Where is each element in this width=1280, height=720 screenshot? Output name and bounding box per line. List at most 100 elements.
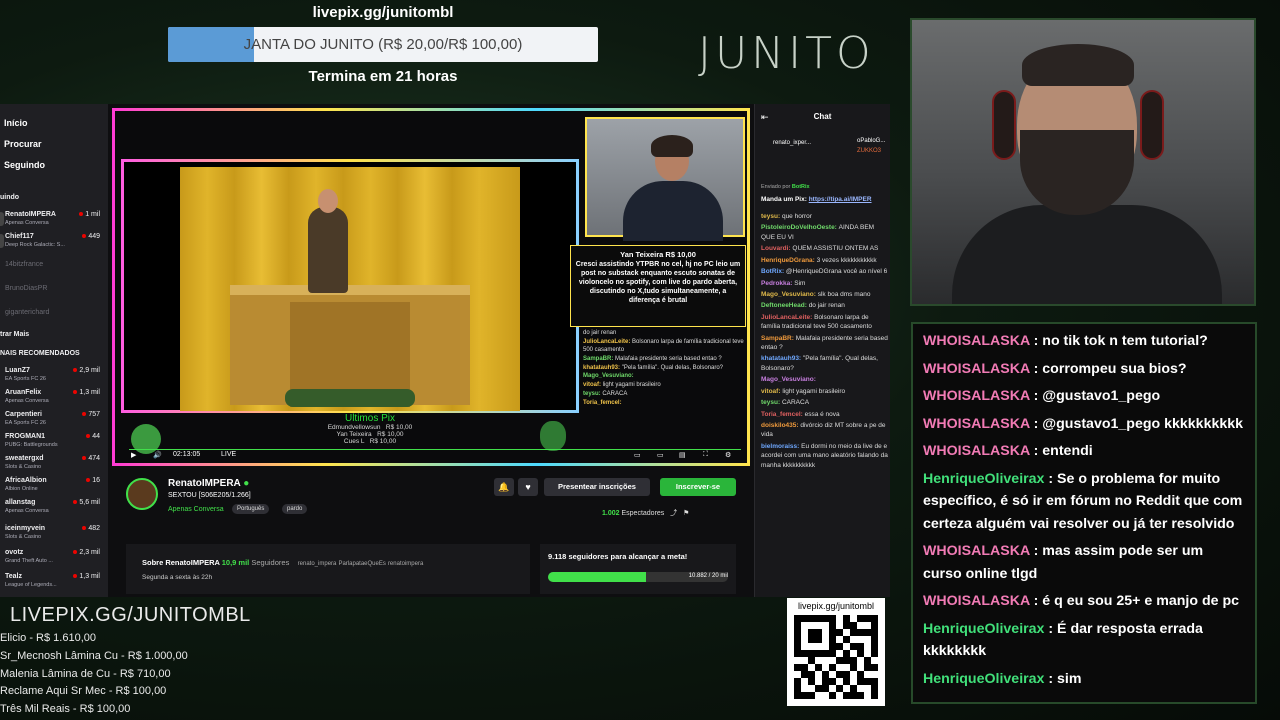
overlay-chat-message: HenriqueOliveirax : sim (923, 668, 1245, 691)
share-icon[interactable]: ⤴ (670, 510, 677, 517)
chat-username[interactable]: HenriqueDGrana: (761, 257, 817, 264)
sidebar-channel[interactable]: allanstag Apenas Conversa 5,6 mil (0, 498, 106, 520)
chat-text: : no tik tok n tem tutorial? (1029, 333, 1208, 349)
top-gifter[interactable]: ZUKKO3 (857, 148, 881, 154)
theatre-icon[interactable]: ▭ (657, 451, 664, 459)
video-player[interactable]: Yan Teixeira R$ 10,00 Cresci assistindo … (112, 108, 750, 466)
chat-username[interactable]: doiskilo435: (761, 422, 800, 429)
chat-username[interactable]: teysu: (761, 399, 782, 406)
follower-goal-text: 9.118 seguidores para alcançar a meta! (548, 552, 688, 561)
clip-icon[interactable]: ▭ (634, 451, 641, 459)
flower-arrangement (285, 389, 415, 407)
chat-title: Chat (813, 112, 832, 121)
channel-viewers: 482 (82, 525, 100, 532)
tag-pardo[interactable]: pardo (282, 504, 308, 514)
nav-following[interactable]: Seguindo (4, 160, 45, 170)
chat-message: Pedrokka: Sim (761, 279, 889, 288)
channel-game: Slots & Casino (5, 534, 42, 540)
pinned-link[interactable]: https://tipa.ai/IMPER (809, 196, 872, 203)
goal-progress-bar: JANTA DO JUNITO (R$ 20,00/R$ 100,00) (168, 27, 598, 62)
sidebar-channel[interactable]: iceinmyvein Slots & Casino 482 (0, 524, 106, 546)
donor-row: Reclame Aqui Sr Mec - R$ 100,00 (0, 685, 167, 698)
chat-text: essa é nova (804, 410, 840, 418)
donation-name: Yan Teixeira R$ 10,00 (620, 250, 696, 259)
qr-label: livepix.gg/junitombl (797, 601, 875, 611)
sidebar-channel[interactable]: LuanZ7 EA Sports FC 26 2,9 mil (0, 366, 106, 388)
channel-viewers: 1 mil (79, 211, 100, 218)
volume-icon[interactable]: 🔊 (153, 451, 162, 459)
sidebar-channel[interactable]: FROGMAN1 PUBG: Battlegrounds 44 (0, 432, 106, 454)
heart-icon[interactable]: ♥ (518, 478, 538, 496)
chat-username[interactable]: Mago_Vesuviano: (761, 376, 816, 383)
chat-username[interactable]: JulioLancaLeite: (761, 314, 814, 321)
sidebar-channel[interactable]: 14bitzfrance (0, 260, 106, 282)
channel-name: Chief117 (5, 233, 34, 240)
followed-heading: uindo (0, 194, 20, 201)
sidebar-channel[interactable]: Carpentieri EA Sports FC 26 757 (0, 410, 106, 432)
sidebar-channel[interactable]: RenatoIMPERA Apenas Conversa 1 mil (0, 210, 106, 232)
live-dot-icon (73, 550, 78, 554)
chat-username[interactable]: vitoaf: (761, 388, 782, 395)
chat-username[interactable]: Pedrokka: (761, 280, 794, 287)
channel-name[interactable]: RenatoIMPERA ● (168, 478, 249, 489)
chat-text: : corrompeu sua bios? (1029, 360, 1187, 377)
chat-username[interactable]: bielmoraiss: (761, 443, 801, 450)
sidebar-channel[interactable]: AruanFelix Apenas Conversa 1,3 mil (0, 388, 106, 410)
show-more-link[interactable]: trar Mais (0, 331, 29, 338)
chat-username[interactable]: PistoleiroDoVelhoOeste: (761, 224, 839, 231)
chat-username[interactable]: BotRix: (761, 268, 786, 275)
tag-language[interactable]: Português (232, 504, 270, 514)
player-progress-bar[interactable] (129, 449, 741, 450)
fullscreen-icon[interactable]: ⛶ (703, 451, 708, 459)
chat-message: teysu: que horror (761, 212, 889, 221)
chat-username: SampaBR: (583, 356, 616, 363)
channel-game: EA Sports FC 26 (5, 420, 46, 426)
overlay-chat-message: WHOISALASKA : no tik tok n tem tutorial? (923, 330, 1245, 353)
chat-text: 3 vezes kkkkkkkkkkk (816, 256, 877, 264)
chat-message: khatatauh93: "Pela família". Qual delas,… (761, 354, 889, 373)
sidebar-channel[interactable]: ovotz Grand Theft Auto ... 2,3 mil (0, 548, 106, 570)
stream-category[interactable]: Apenas Conversa (168, 506, 224, 513)
channel-game: PUBG: Battlegrounds (5, 442, 58, 448)
overlay-chat-message: WHOISALASKA : corrompeu sua bios? (923, 358, 1245, 381)
live-dot-icon (86, 478, 91, 482)
top-gifter[interactable]: renato_ixper... (773, 140, 811, 146)
chat-username[interactable]: SampaBR: (761, 335, 796, 342)
overlay-chat-message: khatatauh93: "Pela família". Qual delas,… (583, 364, 747, 373)
live-dot-icon (82, 456, 87, 460)
chat-text: "Pela família". Qual delas, Bolsonaro? (621, 364, 724, 371)
sidebar-channel[interactable]: giganterichard (0, 308, 106, 330)
social-link[interactable]: ParlapataeQueEs (338, 561, 385, 567)
chat-username[interactable]: Louvardi: (761, 245, 792, 252)
bell-icon[interactable]: 🔔 (494, 478, 514, 496)
sidebar-channel[interactable]: BrunoDiasPR (0, 284, 106, 306)
chat-text: Malafaia presidente seria based entao ? (615, 356, 722, 363)
top-gifter[interactable]: oPabloG... (857, 138, 885, 144)
chat-username[interactable]: teysu: (761, 213, 782, 220)
chat-username[interactable]: DeftoneeHead: (761, 302, 809, 309)
follower-goal-value: 10.882 / 20 mil (688, 573, 728, 579)
report-icon[interactable]: ⚑ (683, 510, 689, 517)
sidebar-channel[interactable]: AfricaAlbion Albion Online 16 (0, 476, 106, 498)
sidebar-channel[interactable]: Tealz League of Legends... 1,3 mil (0, 572, 106, 594)
chat-username: khatatauh93: (583, 364, 622, 371)
social-link[interactable]: renatoimpera (388, 561, 423, 567)
nav-home[interactable]: Início (4, 118, 28, 128)
play-icon[interactable]: ▶ (131, 451, 136, 459)
sidebar-channel[interactable]: sweatergxd Slots & Casino 474 (0, 454, 106, 476)
sidebar-channel[interactable]: Chief117 Deep Rock Galactic: S... 449 (0, 232, 106, 254)
captions-icon[interactable]: ▤ (679, 451, 686, 459)
nav-browse[interactable]: Procurar (4, 139, 42, 149)
chat-message: teysu: CARACA (761, 398, 889, 407)
gift-subs-button[interactable]: Presentear inscrições (544, 478, 650, 496)
chat-username[interactable]: Mago_Vesuviano: (761, 291, 818, 298)
chat-username[interactable]: Toria_femcel: (761, 411, 805, 418)
chat-text: : é q eu sou 25+ e manjo de pc (1029, 593, 1239, 609)
viewer-count: 1.002 Espectadores ⤴ ⚑ (602, 510, 690, 517)
chat-username[interactable]: khatatauh93: (761, 355, 803, 362)
chat-message-list: teysu: que horror PistoleiroDoVelhoOeste:… (761, 212, 889, 597)
settings-gear-icon[interactable]: ⚙ (725, 451, 731, 459)
subscribe-button[interactable]: Inscrever-se (660, 478, 736, 496)
social-link[interactable]: renato_impera (298, 561, 337, 567)
channel-avatar[interactable] (126, 478, 158, 510)
